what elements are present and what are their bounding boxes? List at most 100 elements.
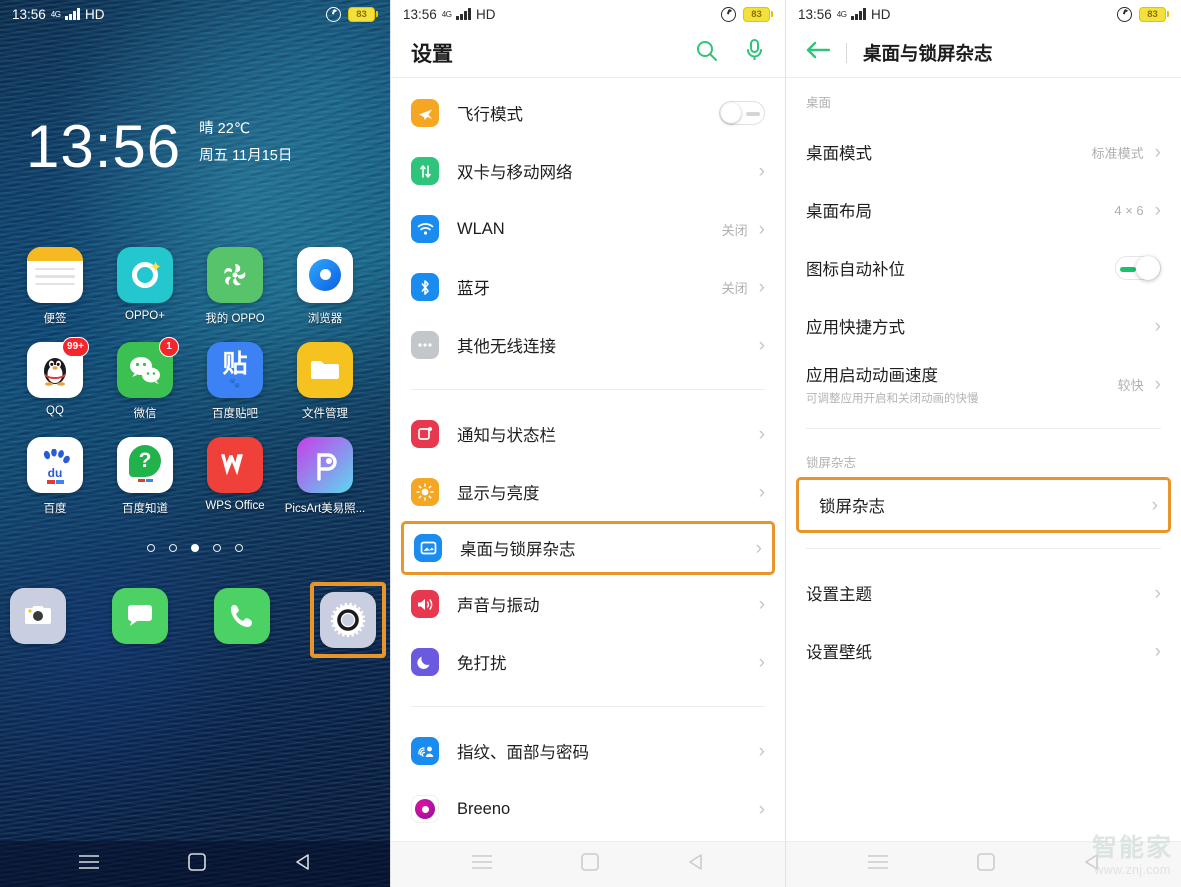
network-type-label: 4G — [50, 9, 61, 19]
dock-item-phone[interactable] — [208, 582, 276, 658]
icon-autofill-toggle[interactable] — [1115, 256, 1161, 280]
chevron-right-icon: › — [755, 537, 762, 559]
home-square-icon[interactable] — [188, 852, 206, 876]
home-square-icon[interactable] — [976, 853, 995, 876]
picsart-p-glyph — [317, 452, 337, 481]
app-notes[interactable]: 便签 — [10, 246, 100, 326]
detail-scroll[interactable]: 桌面 桌面模式 标准模式 › 桌面布局 4 × 6 › 图标自动补位 应用快捷方… — [786, 78, 1181, 887]
recents-menu-icon[interactable] — [867, 854, 889, 875]
app-label: 浏览器 — [307, 312, 343, 325]
settings-row-display-brightness[interactable]: 显示与亮度 › — [391, 463, 785, 521]
settings-row-sound-vibration[interactable]: 声音与振动 › — [391, 575, 785, 633]
app-baidu-zhidao[interactable]: ? 百度知道 — [100, 436, 190, 516]
settings-row-other-wireless[interactable]: 其他无线连接 › — [391, 316, 785, 374]
page-dot[interactable] — [169, 543, 177, 552]
detail-row-desktop-layout[interactable]: 桌面布局 4 × 6 › — [786, 181, 1181, 239]
app-label: 我的 OPPO — [205, 312, 265, 325]
app-row: du 百度 ? 百度知道 WPS Office PicsArt美易照... — [10, 436, 380, 532]
group-divider — [411, 389, 765, 390]
detail-row-set-wallpaper[interactable]: 设置壁纸 › — [786, 622, 1181, 680]
app-my-oppo[interactable]: 我的 OPPO — [190, 246, 280, 326]
page-dot[interactable] — [213, 543, 221, 552]
app-browser[interactable]: 浏览器 — [280, 246, 370, 326]
back-triangle-icon[interactable] — [1083, 853, 1101, 876]
settings-scroll[interactable]: 飞行模式 双卡与移动网络 › WLAN 关闭 › 蓝牙 关闭 › 其他无线连接 … — [391, 78, 785, 887]
detail-header: 桌面与锁屏杂志 — [786, 28, 1181, 78]
app-baidu[interactable]: du 百度 — [10, 436, 100, 516]
settings-row-wlan[interactable]: WLAN 关闭 › — [391, 200, 785, 258]
app-oppo-plus[interactable]: ✦ OPPO+ — [100, 246, 190, 326]
settings-row-notifications[interactable]: 通知与状态栏 › — [391, 405, 785, 463]
home-square-icon[interactable] — [581, 853, 599, 876]
dock-item-camera[interactable] — [4, 582, 72, 658]
back-arrow-icon[interactable] — [806, 41, 831, 64]
navigation-bar-detail — [786, 841, 1181, 887]
detail-row-app-shortcuts[interactable]: 应用快捷方式 › — [786, 297, 1181, 355]
settings-row-breeno[interactable]: Breeno › — [391, 780, 785, 838]
battery-indicator: 83 — [743, 6, 773, 22]
settings-row-airplane-mode[interactable]: 飞行模式 — [391, 84, 785, 142]
battery-percent: 83 — [1139, 6, 1166, 22]
app-picsart[interactable]: PicsArt美易照... — [280, 436, 370, 516]
settings-row-dual-sim[interactable]: 双卡与移动网络 › — [391, 142, 785, 200]
dock-item-settings[interactable] — [310, 581, 386, 658]
settings-row-fingerprint-face-password[interactable]: 指纹、面部与密码 › — [391, 722, 785, 780]
page-title: 桌面与锁屏杂志 — [863, 42, 993, 64]
detail-row-lockscreen-magazine[interactable]: 锁屏杂志 › — [796, 477, 1171, 533]
row-label: 蓝牙 — [457, 280, 490, 298]
airplane-mode-toggle[interactable] — [719, 101, 765, 125]
status-bar-settings: 13:56 4G HD 83 — [391, 0, 785, 28]
page-dot[interactable] — [235, 543, 243, 552]
header-divider — [846, 42, 847, 63]
folder-glyph — [311, 360, 339, 379]
group-divider — [411, 706, 765, 707]
detail-group-theme: 设置主题 › 设置壁纸 › — [786, 558, 1181, 686]
row-label: 声音与振动 — [457, 597, 540, 615]
app-baidu-tieba[interactable]: 贴 🐾 百度贴吧 — [190, 341, 280, 421]
home-clock-widget[interactable]: 13:56 晴 22℃ 周五 11月15日 — [0, 28, 390, 176]
app-file-manager[interactable]: 文件管理 — [280, 341, 370, 421]
settings-row-do-not-disturb[interactable]: 免打扰 › — [391, 633, 785, 691]
microphone-icon[interactable] — [744, 38, 765, 67]
handset-glyph — [231, 604, 252, 627]
detail-row-set-theme[interactable]: 设置主题 › — [786, 564, 1181, 622]
app-label: 微信 — [133, 407, 157, 420]
row-label: 其他无线连接 — [457, 338, 556, 356]
settings-row-desktop-lockscreen-magazine[interactable]: 桌面与锁屏杂志 › — [401, 521, 775, 575]
detail-row-icon-autofill[interactable]: 图标自动补位 — [786, 239, 1181, 297]
chevron-right-icon: › — [758, 276, 765, 298]
page-indicator-dots[interactable] — [0, 543, 390, 552]
row-value: 较快 — [1117, 377, 1144, 393]
recents-menu-icon[interactable] — [78, 854, 100, 875]
speech-bubble-glyph — [128, 604, 152, 626]
back-triangle-icon[interactable] — [687, 853, 705, 876]
page-dot[interactable] — [147, 543, 155, 552]
wallpaper-icon — [414, 534, 442, 562]
recents-menu-icon[interactable] — [471, 854, 493, 875]
row-value: 关闭 — [721, 222, 748, 238]
chevron-right-icon: › — [758, 160, 765, 182]
row-label: Breeno — [457, 799, 511, 818]
detail-row-app-launch-animation-speed[interactable]: 应用启动动画速度 可调整应用开启和关闭动画的快慢 较快 › — [786, 355, 1181, 413]
page-dot-active[interactable] — [191, 543, 199, 552]
app-wechat[interactable]: 1 微信 — [100, 336, 190, 421]
app-label: WPS Office — [205, 499, 265, 512]
dock-item-messages[interactable] — [106, 582, 174, 658]
back-triangle-icon[interactable] — [294, 853, 312, 876]
app-label: 便签 — [43, 312, 67, 325]
app-grid: 便签 ✦ OPPO+ 我的 OPPO 浏览器 99+ QQ 1 微信 贴 🐾 百… — [0, 175, 390, 532]
row-label: 飞行模式 — [457, 106, 523, 124]
app-qq[interactable]: 99+ QQ — [10, 336, 100, 421]
status-time: 13:56 — [798, 6, 832, 22]
chevron-right-icon: › — [1154, 141, 1161, 163]
app-wps-office[interactable]: WPS Office — [190, 436, 280, 516]
settings-list-panel: 13:56 4G HD 83 设置 飞行模式 双卡与移动网络 › WLAN 关闭… — [390, 0, 785, 887]
app-label: OPPO+ — [125, 309, 165, 322]
search-icon[interactable] — [695, 39, 718, 67]
camera-glyph — [25, 605, 51, 624]
battery-percent: 83 — [743, 6, 770, 22]
detail-row-desktop-mode[interactable]: 桌面模式 标准模式 › — [786, 123, 1181, 181]
row-label: WLAN — [457, 219, 505, 238]
battery-indicator: 83 — [348, 6, 378, 22]
settings-row-bluetooth[interactable]: 蓝牙 关闭 › — [391, 258, 785, 316]
